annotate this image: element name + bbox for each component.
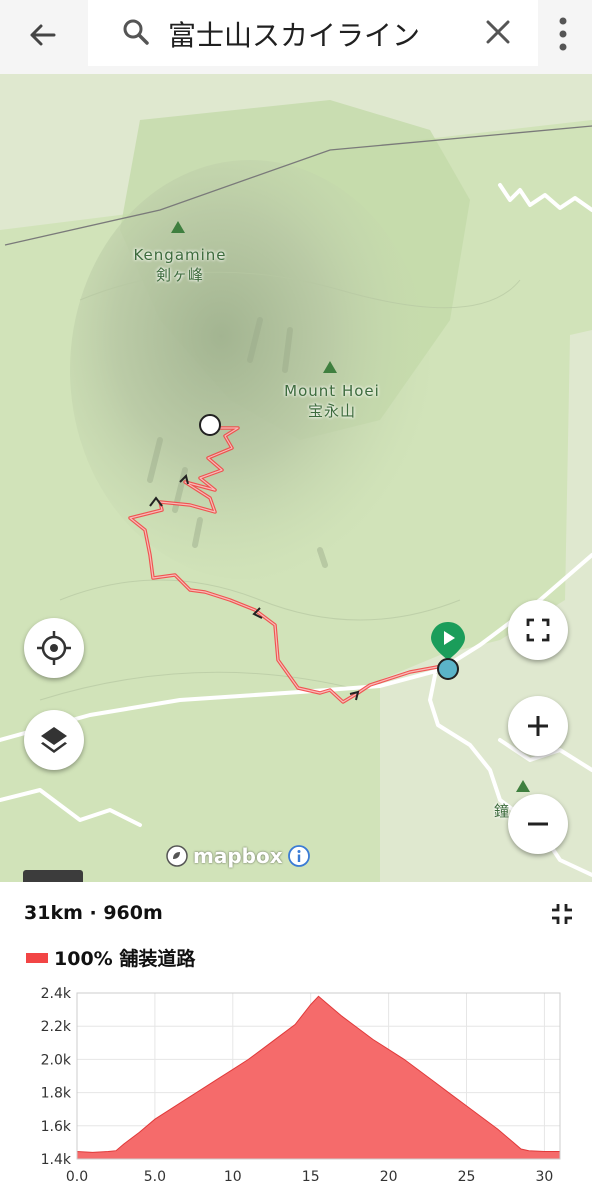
- plus-icon: [528, 716, 548, 736]
- peak-label-hoei: Mount Hoei 宝永山: [262, 381, 402, 421]
- x-tick-label: 5.0: [144, 1169, 166, 1185]
- my-location-button[interactable]: [24, 618, 84, 678]
- undo-button[interactable]: [23, 870, 83, 882]
- elevation-chart[interactable]: 1.4k 1.6k 1.8k 2.0k 2.2k 2.4k 0.0 5.0 10 15 20 25 3…: [0, 982, 592, 1199]
- map-canvas: [0, 74, 592, 882]
- arrow-left-icon: [30, 24, 56, 46]
- x-tick-label: 30: [536, 1169, 554, 1185]
- zoom-out-button[interactable]: [508, 794, 568, 854]
- mapbox-text: mapbox: [193, 844, 283, 868]
- layers-button[interactable]: [24, 710, 84, 770]
- y-tick-label: 1.6k: [41, 1119, 72, 1135]
- info-icon[interactable]: [287, 844, 311, 868]
- route-summary-panel: 31km · 960m 100% 舗装道路 1.4k 1.6k 1.8k 2.0k 2.…: [0, 882, 592, 1199]
- crosshair-icon: [37, 631, 71, 665]
- x-tick-label: 20: [380, 1169, 398, 1185]
- y-axis-ticks: 1.4k 1.6k 1.8k 2.0k 2.2k 2.4k: [41, 986, 72, 1168]
- legend-swatch: [26, 952, 48, 963]
- y-tick-label: 1.4k: [41, 1152, 72, 1168]
- search-box: [88, 0, 538, 66]
- more-menu-button[interactable]: [548, 12, 578, 56]
- x-tick-label: 10: [224, 1169, 242, 1185]
- y-tick-label: 2.2k: [41, 1019, 72, 1035]
- zoom-in-button[interactable]: [508, 696, 568, 756]
- clear-search-button[interactable]: [480, 14, 516, 50]
- y-tick-label: 2.0k: [41, 1052, 72, 1068]
- peak-label-kengamine: Kengamine 剣ヶ峰: [110, 245, 250, 285]
- peak-name-jp: 剣ヶ峰: [155, 266, 204, 284]
- fullscreen-exit-icon: [552, 904, 572, 924]
- x-axis-ticks: 0.0 5.0 10 15 20 25 30: [66, 1169, 553, 1185]
- mapbox-logo-icon: [166, 845, 188, 867]
- peak-name: Mount Hoei: [284, 382, 380, 400]
- layers-icon: [41, 727, 67, 753]
- y-tick-label: 2.4k: [41, 986, 72, 1002]
- search-icon: [123, 19, 149, 45]
- top-bar: [0, 0, 592, 75]
- fullscreen-button[interactable]: [508, 600, 568, 660]
- x-tick-label: 25: [458, 1169, 476, 1185]
- mountain-shading: [70, 160, 430, 580]
- search-input[interactable]: [166, 6, 490, 62]
- y-tick-label: 1.8k: [41, 1086, 72, 1102]
- route-end-marker[interactable]: [199, 414, 221, 436]
- collapse-button[interactable]: [548, 900, 576, 928]
- back-button[interactable]: [22, 14, 64, 56]
- surface-legend: 100% 舗装道路: [26, 944, 195, 971]
- distance-elevation-stats: 31km · 960m: [24, 902, 163, 924]
- minus-icon: [528, 822, 548, 826]
- more-vert-icon: [559, 17, 567, 51]
- mapbox-attribution[interactable]: mapbox: [165, 843, 311, 869]
- map-view[interactable]: Kengamine 剣ヶ峰 Mount Hoei 宝永山 鐘 mapbox: [0, 74, 592, 882]
- elevation-area: [76, 995, 561, 1160]
- undo-icon: [23, 870, 83, 882]
- fullscreen-icon: [526, 618, 550, 642]
- x-tick-label: 0.0: [66, 1169, 88, 1185]
- peak-name: Kengamine: [133, 246, 227, 264]
- peak-name-jp: 宝永山: [307, 402, 356, 420]
- legend-label: 100% 舗装道路: [54, 948, 196, 970]
- close-icon: [486, 20, 510, 44]
- x-tick-label: 15: [302, 1169, 320, 1185]
